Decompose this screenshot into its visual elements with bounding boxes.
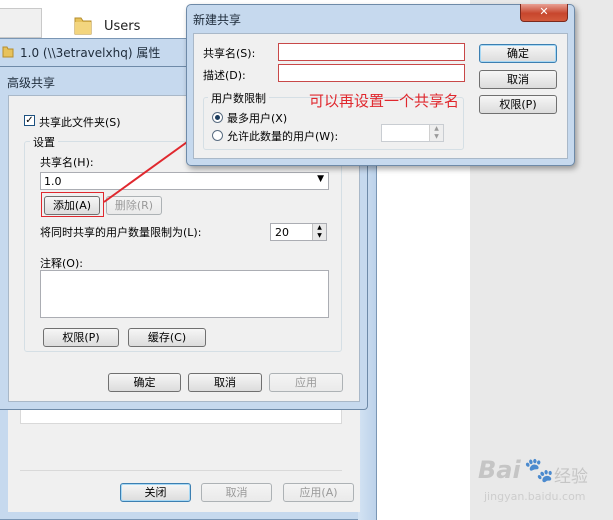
- max-users-radio[interactable]: [212, 112, 223, 123]
- new-share-name-input[interactable]: [278, 43, 465, 61]
- watermark: Bai 🐾 经验 jingyan.baidu.com: [466, 454, 611, 516]
- allow-users-label: 允许此数量的用户(W):: [227, 130, 339, 143]
- watermark-sub: 经验: [554, 467, 588, 487]
- watermark-brand: Bai: [478, 456, 521, 484]
- new-share-cancel-button[interactable]: 取消: [479, 70, 557, 89]
- new-share-description-label: 描述(D):: [203, 69, 246, 82]
- spinner-down-icon[interactable]: ▼: [429, 133, 443, 141]
- user-limit-group-label: 用户数限制: [208, 90, 269, 106]
- close-icon: ✕: [539, 5, 549, 18]
- new-share-name-label: 共享名(S):: [203, 47, 256, 60]
- spinner-up-icon[interactable]: ▲: [429, 125, 443, 133]
- allow-users-radio[interactable]: [212, 130, 223, 141]
- annotation-text: 可以再设置一个共享名: [309, 92, 460, 110]
- new-share-title: 新建共享: [193, 13, 242, 27]
- allow-users-spinner[interactable]: ▲ ▼: [381, 124, 444, 142]
- new-share-ok-button[interactable]: 确定: [479, 44, 557, 63]
- paw-icon: 🐾: [524, 456, 554, 484]
- max-users-label: 最多用户(X): [227, 112, 288, 125]
- new-share-permissions-button[interactable]: 权限(P): [479, 95, 557, 114]
- watermark-url: jingyan.baidu.com: [484, 490, 586, 503]
- new-share-description-input[interactable]: [278, 64, 465, 82]
- new-share-close-button[interactable]: ✕: [520, 4, 568, 22]
